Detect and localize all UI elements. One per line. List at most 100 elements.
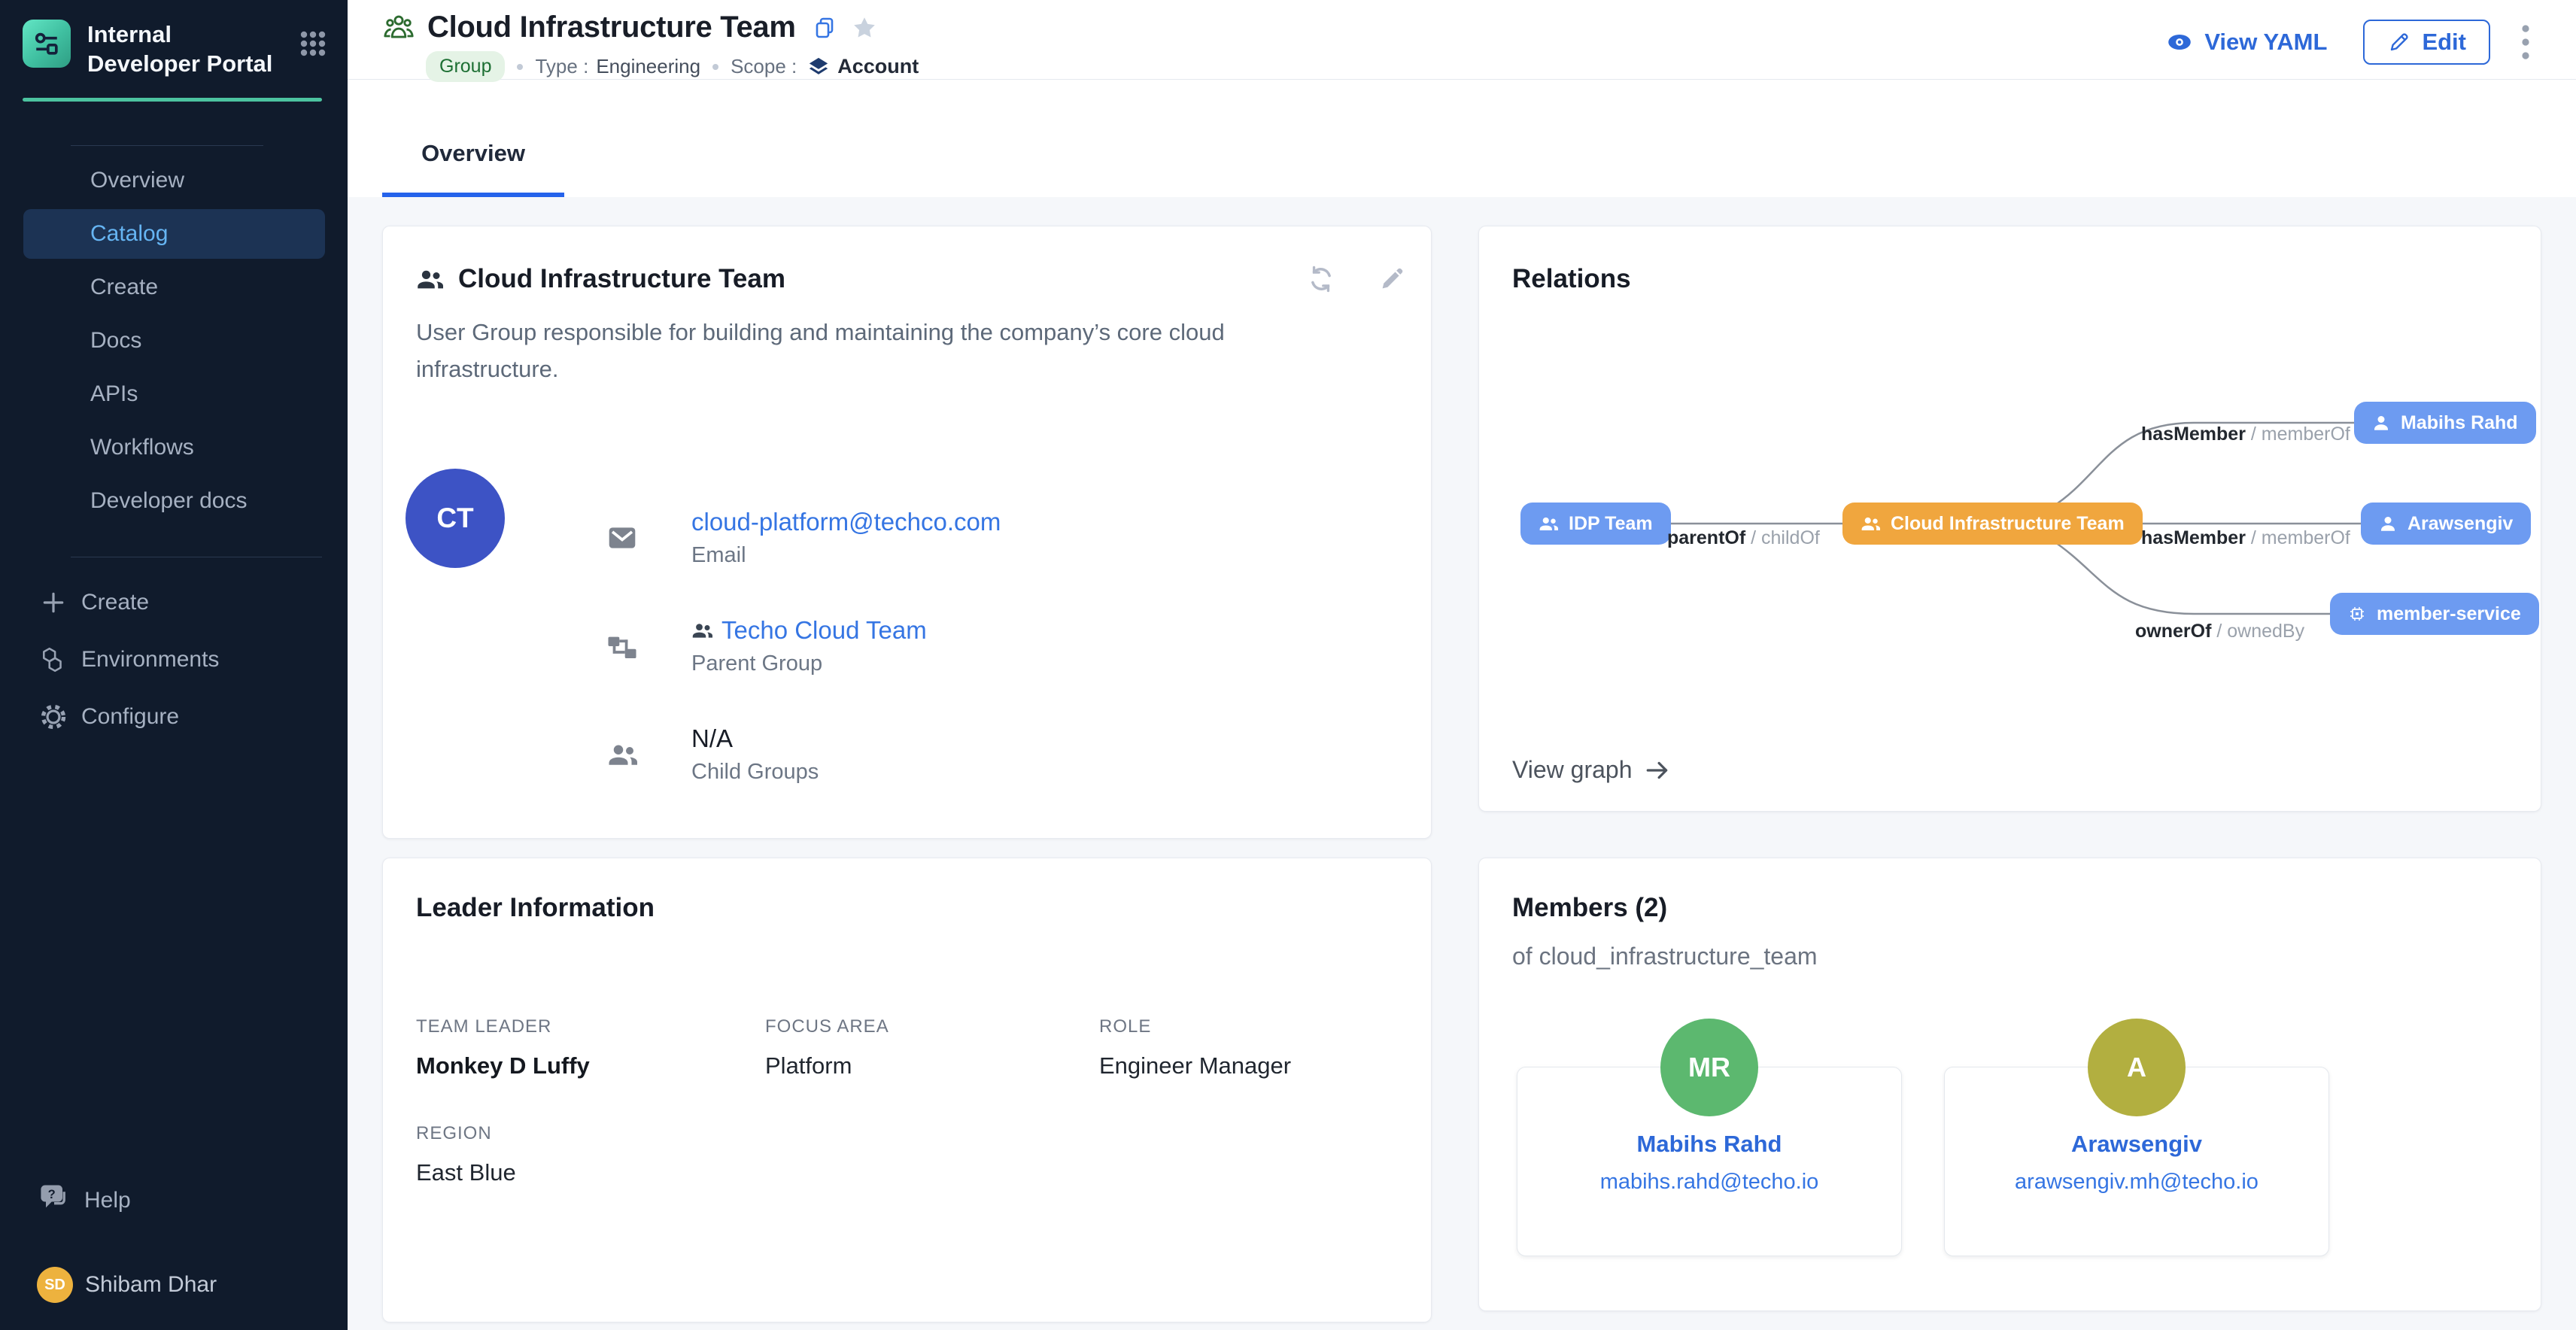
chip-icon	[2348, 605, 2366, 623]
edit-button[interactable]: Edit	[2363, 20, 2490, 65]
sidebar-item-overview[interactable]: Overview	[23, 156, 325, 205]
page-title: Cloud Infrastructure Team	[427, 11, 796, 44]
main-area: Cloud Infrastructure Team Group Type :	[348, 0, 2576, 1330]
field-role: ROLE Engineer Manager	[1099, 1016, 1398, 1079]
relations-graph: IDP Team Cloud Infrastructure Team	[1479, 226, 2541, 811]
user-menu[interactable]: SD Shibam Dhar	[0, 1261, 348, 1309]
scope-label: Scope :	[731, 55, 797, 78]
parent-group-link[interactable]: Techo Cloud Team	[691, 616, 927, 645]
person-icon	[2372, 414, 2390, 432]
sidebar-item-apis[interactable]: APIs	[23, 369, 325, 419]
page-header: Cloud Infrastructure Team Group Type :	[348, 0, 2576, 80]
group-icon	[382, 11, 415, 44]
refresh-icon[interactable]	[1306, 264, 1336, 294]
plus-icon	[39, 590, 68, 615]
member-email-link[interactable]: arawsengiv.mh@techo.io	[1945, 1170, 2328, 1195]
type-label: Type :	[535, 55, 588, 78]
people-icon	[1539, 514, 1558, 533]
sidebar-action-label: Environments	[81, 647, 219, 673]
members-card: Members (2) of cloud_infrastructure_team…	[1478, 858, 2541, 1311]
brand-header: Internal Developer Portal	[0, 0, 348, 78]
field-label: TEAM LEADER	[416, 1016, 765, 1037]
dot-separator	[517, 64, 523, 70]
layers-icon	[807, 56, 830, 78]
sidebar-action-label: Configure	[81, 704, 179, 730]
field-value: Monkey D Luffy	[416, 1052, 765, 1079]
sidebar-action-configure[interactable]: Configure	[0, 688, 348, 745]
app-logo-icon	[23, 20, 71, 68]
field-label: ROLE	[1099, 1016, 1398, 1037]
entity-type-badge: Group	[426, 51, 505, 82]
member-avatar: MR	[1660, 1019, 1758, 1116]
sidebar-item-create[interactable]: Create	[23, 263, 325, 312]
nav-divider	[71, 145, 263, 146]
graph-node-cloud-infrastructure-team[interactable]: Cloud Infrastructure Team	[1842, 503, 2143, 545]
tab-overview[interactable]: Overview	[382, 140, 564, 197]
envelope-icon	[606, 522, 639, 554]
app-title: Internal Developer Portal	[87, 20, 284, 78]
type-value: Engineering	[596, 55, 700, 78]
app-window: Internal Developer Portal Overview Catal…	[0, 0, 2576, 1330]
relations-card: Relations	[1478, 226, 2541, 812]
tab-bar: Overview	[348, 80, 2576, 197]
view-yaml-button[interactable]: View YAML	[2165, 28, 2327, 56]
edge-label-ownerof: ownerOf / ownedBy	[2135, 621, 2304, 642]
graph-node-mabihs-rahd[interactable]: Mabihs Rahd	[2354, 402, 2536, 444]
user-name: Shibam Dhar	[85, 1272, 217, 1298]
sidebar-item-catalog[interactable]: Catalog	[23, 209, 325, 259]
member-name-link[interactable]: Arawsengiv	[1945, 1131, 2328, 1158]
field-value: Engineer Manager	[1099, 1052, 1398, 1079]
team-description: User Group responsible for building and …	[416, 314, 1293, 387]
field-label: Child Groups	[691, 760, 819, 785]
graph-node-idp-team[interactable]: IDP Team	[1520, 503, 1671, 545]
person-icon	[2379, 515, 2397, 533]
help-icon: ?	[38, 1181, 71, 1220]
user-avatar: SD	[37, 1267, 73, 1303]
sidebar: Internal Developer Portal Overview Catal…	[0, 0, 348, 1330]
copy-icon[interactable]	[813, 16, 837, 40]
field-label: Email	[691, 543, 1001, 568]
edge-label-parentof: parentOf / childOf	[1667, 527, 1820, 549]
member-name-link[interactable]: Mabihs Rahd	[1517, 1131, 1901, 1158]
sidebar-action-label: Create	[81, 590, 149, 615]
kebab-menu-icon[interactable]	[2520, 23, 2531, 62]
field-label: REGION	[416, 1123, 765, 1144]
eye-icon	[2165, 28, 2194, 56]
member-tile-arawsengiv[interactable]: A Arawsengiv arawsengiv.mh@techo.io	[1944, 1067, 2329, 1256]
svg-text:?: ?	[48, 1188, 56, 1201]
edge-label-hasmember-right: hasMember / memberOf	[2141, 527, 2350, 549]
sidebar-action-create[interactable]: Create	[0, 574, 348, 631]
field-value: East Blue	[416, 1159, 765, 1186]
leader-card-title: Leader Information	[416, 893, 1398, 923]
team-avatar: CT	[406, 469, 505, 568]
gear-icon	[39, 703, 68, 730]
view-graph-link[interactable]: View graph	[1512, 756, 1670, 784]
team-card-title: Cloud Infrastructure Team	[458, 264, 1306, 294]
member-avatar: A	[2088, 1019, 2186, 1116]
help-button[interactable]: ? Help	[0, 1177, 348, 1225]
member-tile-mabihs-rahd[interactable]: MR Mabihs Rahd mabihs.rahd@techo.io	[1517, 1067, 1902, 1256]
edit-pencil-icon[interactable]	[1378, 266, 1405, 293]
email-link[interactable]: cloud-platform@techco.com	[691, 508, 1001, 536]
sidebar-item-developer-docs[interactable]: Developer docs	[23, 476, 325, 526]
view-graph-label: View graph	[1512, 756, 1633, 784]
sidebar-action-environments[interactable]: Environments	[0, 631, 348, 688]
team-summary-card: Cloud Infrastructure Team	[382, 226, 1432, 839]
sidebar-item-docs[interactable]: Docs	[23, 316, 325, 366]
field-email: cloud-platform@techco.com Email	[606, 508, 1001, 568]
hexagons-icon	[39, 646, 68, 673]
edge-label-hasmember-top: hasMember / memberOf	[2141, 424, 2350, 445]
graph-node-member-service[interactable]: member-service	[2330, 593, 2539, 635]
star-icon[interactable]	[852, 15, 877, 41]
dot-separator	[712, 64, 718, 70]
apps-grid-icon[interactable]	[298, 29, 328, 62]
brand-underline	[23, 98, 322, 102]
leader-information-card: Leader Information TEAM LEADER Monkey D …	[382, 858, 1432, 1322]
scope-value: Account	[837, 55, 919, 78]
member-email-link[interactable]: mabihs.rahd@techo.io	[1517, 1170, 1901, 1195]
graph-node-arawsengiv[interactable]: Arawsengiv	[2361, 503, 2531, 545]
edit-label: Edit	[2422, 29, 2466, 56]
members-card-subtitle: of cloud_infrastructure_team	[1512, 943, 2508, 970]
field-label: Parent Group	[691, 651, 927, 676]
sidebar-item-workflows[interactable]: Workflows	[23, 423, 325, 472]
